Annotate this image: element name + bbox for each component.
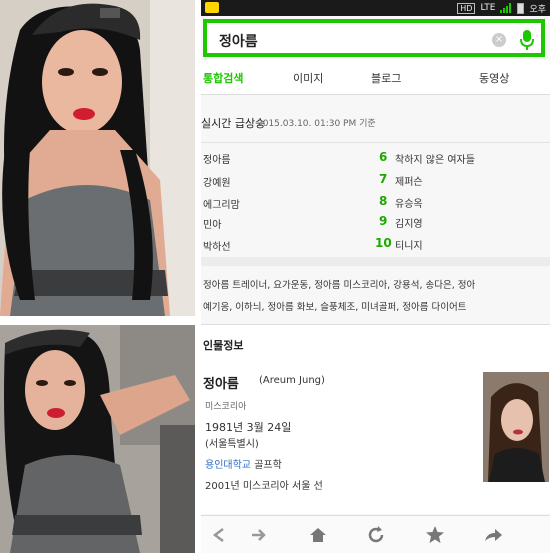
profile-header-label: 인물정보 xyxy=(203,339,244,352)
ranking-item[interactable]: 착하지 않은 여자들 xyxy=(395,151,475,166)
profile-award: 2001년 미스코리아 서울 선 xyxy=(205,481,323,492)
ranking-number: 10 xyxy=(375,236,392,250)
lte-label: LTE xyxy=(480,3,496,13)
profile-section-header: 인물정보 xyxy=(201,324,550,362)
ranking-item[interactable]: 김지영 xyxy=(395,215,423,230)
clock-label: 오후 xyxy=(529,4,546,15)
refresh-icon[interactable] xyxy=(366,525,386,545)
tab-videos[interactable]: 동영상 xyxy=(479,70,509,86)
battery-icon xyxy=(517,2,525,14)
profile-school-link[interactable]: 용인대학교 xyxy=(205,460,251,471)
notification-icon xyxy=(205,2,219,13)
signal-icon xyxy=(500,3,512,13)
section-separator xyxy=(201,257,550,266)
profile-english-name: (Areum Jung) xyxy=(259,375,325,386)
microphone-icon[interactable] xyxy=(518,29,536,51)
related-searches-line[interactable]: 정아름 트레이너, 요가운동, 정아름 미스코리아, 강용석, 송다은, 정아 xyxy=(203,277,475,291)
share-icon[interactable] xyxy=(483,525,503,545)
status-indicators: HD LTE 오후 xyxy=(457,0,546,16)
profile-birth: 1981년 3월 24일 xyxy=(205,421,292,434)
ranking-item[interactable]: 에그리맘 xyxy=(203,196,240,211)
tab-blogs[interactable]: 블로그 xyxy=(371,70,401,86)
ranking-number: 6 xyxy=(379,150,388,164)
selfie-photo-top-graphic xyxy=(0,0,195,316)
related-searches-line[interactable]: 예기응, 이하늬, 정아름 화보, 슬풍체조, 미녀골퍼, 정아름 다이어트 xyxy=(203,299,466,313)
photo-collage: HD LTE 오후 정아름 × 통합검색 이미지 블로그 동영상 실시간 급상승… xyxy=(0,0,550,553)
ranking-number: 8 xyxy=(379,194,388,208)
hd-badge: HD xyxy=(457,2,476,14)
selfie-photo-bottom xyxy=(0,325,195,553)
selfie-photo-bottom-graphic xyxy=(0,325,195,553)
ranking-title: 실시간 급상승 xyxy=(201,117,266,130)
tab-integrated-search[interactable]: 통합검색 xyxy=(203,70,243,86)
back-arrow-icon[interactable] xyxy=(209,525,229,545)
clear-icon[interactable]: × xyxy=(492,33,506,47)
search-bar[interactable]: 정아름 × xyxy=(203,19,545,57)
browser-toolbar xyxy=(201,515,550,553)
ranking-item[interactable]: 제퍼슨 xyxy=(395,173,423,188)
search-input[interactable]: 정아름 xyxy=(219,31,258,51)
profile-photo-graphic xyxy=(483,372,549,482)
ranking-item[interactable]: 티니지 xyxy=(395,237,423,252)
status-bar: HD LTE 오후 xyxy=(201,0,550,16)
ranking-item[interactable]: 강예원 xyxy=(203,174,231,189)
ranking-item[interactable]: 유승옥 xyxy=(395,195,423,210)
forward-arrow-icon[interactable] xyxy=(249,525,269,545)
selfie-photo-top xyxy=(0,0,195,316)
ranking-divider xyxy=(201,142,550,143)
ranking-item[interactable]: 박하선 xyxy=(203,238,231,253)
profile-name[interactable]: 정아름 xyxy=(203,373,239,392)
search-tabs: 통합검색 이미지 블로그 동영상 xyxy=(201,60,550,95)
profile-school-major: 골프학 xyxy=(254,460,282,471)
tab-images[interactable]: 이미지 xyxy=(293,70,323,86)
home-icon[interactable] xyxy=(308,525,328,545)
profile-card: 정아름 (Areum Jung) 미스코리아 1981년 3월 24일 (서울특… xyxy=(201,361,550,514)
profile-occupation: 미스코리아 xyxy=(205,402,247,412)
profile-photo[interactable] xyxy=(483,372,549,482)
star-icon[interactable] xyxy=(425,525,445,545)
ranking-number: 9 xyxy=(379,214,388,228)
ranking-number: 7 xyxy=(379,172,388,186)
profile-education: 용인대학교 골프학 xyxy=(205,456,282,471)
profile-birthplace: (서울특별시) xyxy=(205,439,259,450)
ranking-item[interactable]: 정아름 xyxy=(203,151,231,166)
search-screenshot: HD LTE 오후 정아름 × 통합검색 이미지 블로그 동영상 실시간 급상승… xyxy=(201,0,550,553)
collage-divider-horizontal xyxy=(0,316,195,325)
ranking-timestamp: 2015.03.10. 01:30 PM 기준 xyxy=(257,119,376,129)
ranking-item[interactable]: 민아 xyxy=(203,216,221,231)
